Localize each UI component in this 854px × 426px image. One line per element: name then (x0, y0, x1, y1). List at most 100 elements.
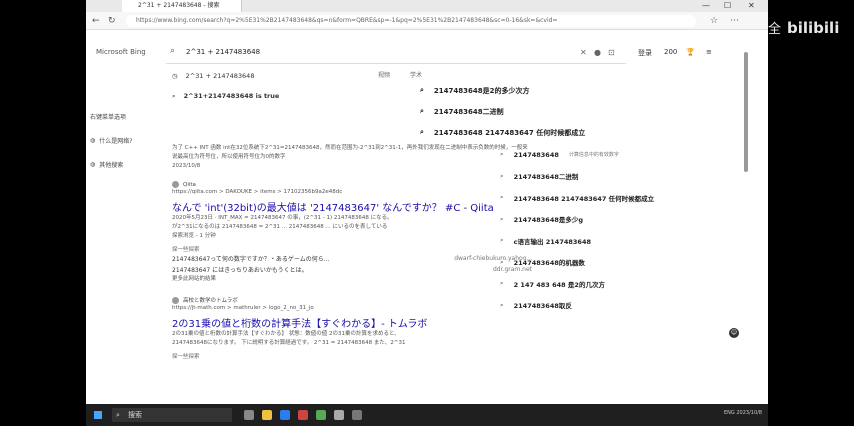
related-item[interactable]: ⌕ 2147483648 计算信息中的有效数字 (500, 144, 730, 166)
login-link[interactable]: 登录 (638, 48, 652, 58)
result-tomura: 高校と数学のトムラボ https://jt-math.com > mathrul… (172, 296, 532, 360)
history-icon: ◷ (172, 72, 178, 80)
app-icon[interactable] (334, 410, 344, 420)
result-title[interactable]: なんで 'int'(32bit)の最大値は '2147483647' なんですか… (172, 199, 532, 214)
result-site[interactable]: Qiita (172, 181, 532, 188)
related-item[interactable]: ⌕ c语言输出 2147483648 (500, 230, 730, 252)
suggestion-text: 2147483648 2147483647 任何时候都成立 (433, 128, 586, 137)
back-icon[interactable]: ← (92, 16, 100, 26)
task-view-icon[interactable] (244, 410, 254, 420)
app-icon[interactable] (352, 410, 362, 420)
search-icon: ⌕ (500, 150, 504, 159)
search-icon: ⌕ (500, 236, 504, 245)
site-name: Qiita (183, 181, 196, 188)
result-url[interactable]: https://qiita.com > DAKOUKE > items > 17… (172, 188, 532, 197)
nav-item[interactable]: ◍ 什么是网络? (90, 128, 170, 152)
related-item[interactable]: ⌕ 2 147 483 648 是2的几次方 (500, 273, 730, 295)
search-icon: ⌕ (500, 193, 504, 202)
result-more[interactable]: 探索浏览 - 1 分钟 (172, 232, 532, 241)
results-list: 为了 C++ INT 函数 int在32位系统下2^31=2147483648，… (172, 144, 532, 360)
suggestion-list-left: ◷ 2^31 + 2147483648 ⌕ 2^31+2147483648 is… (166, 66, 366, 106)
related-text: 2 147 483 648 是2的几次方 (513, 280, 605, 289)
search-icon: ⌕ (420, 128, 424, 136)
system-tray[interactable]: ENG 2023/10/8 (724, 410, 762, 416)
related-text: c语言输出 2147483648 (513, 237, 591, 246)
sub-header: 探一些探索 (172, 247, 200, 253)
sub-more-link[interactable]: 更多此网站的结果 (172, 275, 532, 284)
rewards-points[interactable]: 200 (664, 48, 677, 56)
related-item[interactable]: ⌕ 2147483648二进制 (500, 166, 730, 188)
globe-icon: ◍ (90, 160, 96, 168)
site-name: 高校と数学のトムラボ (183, 298, 238, 304)
menu-icon[interactable]: ⋯ (730, 16, 739, 26)
url-input[interactable]: https://www.bing.com/search?q=2%5E31%2B2… (126, 15, 696, 27)
app-icon[interactable] (316, 410, 326, 420)
result-title[interactable]: 2の31乗の値と桁数の計算手法【すぐわかる】- トムラボ (172, 315, 532, 330)
result-url[interactable]: https://jt-math.com > mathruler > logo_2… (172, 304, 532, 313)
microphone-icon[interactable]: ● (594, 48, 601, 57)
bing-logo[interactable]: Microsoft Bing (96, 48, 146, 56)
taskbar: ⌕ 搜索 ENG 2023/10/8 (86, 404, 768, 426)
maximize-button[interactable]: ☐ (724, 0, 731, 12)
scrollbar[interactable] (742, 32, 750, 396)
clear-icon[interactable]: ✕ (580, 48, 587, 57)
suggestion-item[interactable]: ⌕ 2147483648是2的多少次方 (416, 80, 676, 101)
related-text: 2147483648是多少g (513, 216, 584, 225)
suggestion-item[interactable]: ⌕ 2147483648二进制 (416, 101, 676, 122)
visual-search-icon[interactable]: ⊡ (608, 48, 615, 57)
result-date: 2023/10/8 (172, 163, 201, 169)
close-button[interactable]: ✕ (748, 0, 755, 12)
search-icon: ⌕ (116, 411, 120, 419)
suggestion-item[interactable]: ⌕ 2^31+2147483648 is true (166, 86, 366, 106)
refresh-icon[interactable]: ↻ (108, 16, 116, 26)
hamburger-menu-icon[interactable]: ≡ (706, 48, 712, 56)
sub-result-row[interactable]: 2147483647 にはきっちりあおいかもうくとは。 ddr.gram.net (172, 264, 532, 275)
nav-item-label: 右键菜单选项 (90, 113, 127, 121)
related-text: 2147483648的机器数 (513, 259, 585, 268)
taskbar-apps (244, 410, 362, 420)
result-snippet: 2の31乗の値と桁数の計算手法【すぐわかる】 状態：数値の値 2の31乗の計算を… (172, 331, 400, 337)
app-icon[interactable] (298, 410, 308, 420)
taskbar-search[interactable]: ⌕ 搜索 (112, 408, 232, 422)
result-snippet: 为了 C++ INT 函数 int在32位系统下2^31=2147483648，… (172, 145, 528, 160)
title-bar: 2^31 + 2147483648 - 搜索 — ☐ ✕ (86, 0, 768, 12)
suggestion-text: 2^31 + 2147483648 (185, 72, 255, 80)
related-item[interactable]: ⌕ 2147483648是多少g (500, 209, 730, 231)
edge-icon[interactable] (280, 410, 290, 420)
related-text: 2147483648取反 (513, 302, 572, 311)
tab-video[interactable]: 视频 (378, 70, 390, 79)
nav-item[interactable]: ◍ 其他搜索 (90, 152, 170, 176)
related-item[interactable]: ⌕ 2147483648的机器数 (500, 252, 730, 274)
nav-item[interactable]: 右键菜单选项 (90, 104, 170, 128)
globe-icon: ◍ (90, 136, 96, 144)
suggestion-list-right: ⌕ 2147483648是2的多少次方 ⌕ 2147483648二进制 ⌕ 21… (416, 80, 676, 143)
scope-tabs: 视频 学术 (378, 70, 422, 79)
letterbox-right (768, 0, 854, 426)
feedback-icon[interactable]: ☺ (729, 328, 739, 338)
rewards-icon[interactable]: 🏆 (686, 48, 695, 56)
suggestion-item[interactable]: ⌕ 2147483648 2147483647 任何时候都成立 (416, 122, 676, 143)
related-text: 2147483648 (513, 150, 559, 159)
suggestion-item[interactable]: ◷ 2^31 + 2147483648 (166, 66, 366, 86)
sub-result-row[interactable]: 2147483647って何の数字ですか？・あるゲームの何ら... dwarf-c… (172, 253, 532, 264)
search-icon: ⌕ (500, 300, 504, 309)
file-explorer-icon[interactable] (262, 410, 272, 420)
favorites-icon[interactable]: ☆ (710, 16, 718, 26)
browser-tab[interactable]: 2^31 + 2147483648 - 搜索 (122, 0, 242, 12)
related-note: 计算信息中的有效数字 (568, 152, 619, 159)
search-box[interactable]: ⌕ 2^31 + 2147483648 ✕ ● ⊡ (166, 42, 626, 64)
tab-academic[interactable]: 学术 (410, 70, 422, 79)
browser-window: 2^31 + 2147483648 - 搜索 — ☐ ✕ ← ↻ https:/… (86, 0, 768, 426)
result-site[interactable]: 高校と数学のトムラボ (172, 296, 532, 304)
minimize-button[interactable]: — (702, 0, 710, 12)
search-icon: ⌕ (500, 279, 504, 288)
search-input[interactable]: 2^31 + 2147483648 (186, 48, 260, 56)
related-text: 2147483648二进制 (513, 173, 579, 182)
start-icon[interactable] (94, 411, 102, 419)
scroll-thumb[interactable] (744, 52, 748, 172)
nav-item-label: 什么是网络? (99, 137, 133, 145)
related-item[interactable]: ⌕ 2147483648 2147483647 任何时候都成立 (500, 187, 730, 209)
site-favicon (172, 181, 179, 188)
related-item[interactable]: ⌕ 2147483648取反 (500, 295, 730, 317)
site-favicon (172, 296, 179, 304)
